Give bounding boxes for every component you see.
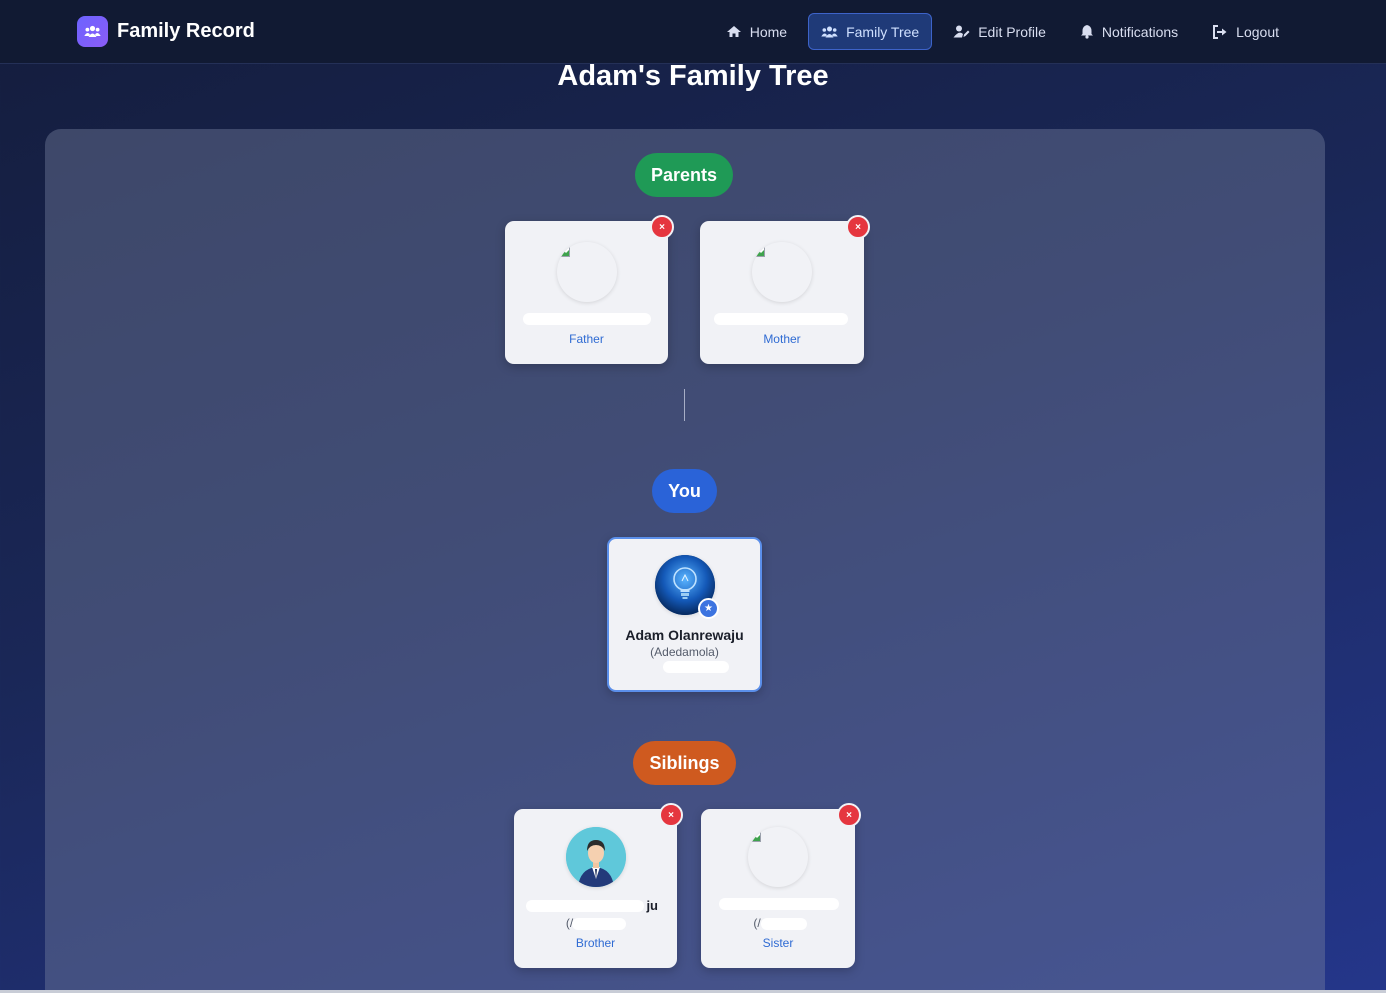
- close-icon: ×: [668, 809, 674, 821]
- nav-logout-label: Logout: [1236, 23, 1279, 40]
- sister-avatar: [748, 827, 808, 887]
- brand-title: Family Record: [117, 20, 255, 42]
- redacted-name: [719, 898, 839, 910]
- redacted-detail: [663, 661, 729, 673]
- brother-card[interactable]: ju (/ Brother: [514, 809, 677, 968]
- users-icon: [77, 16, 108, 47]
- sister-nickname-visible: (/: [753, 916, 761, 930]
- brother-nickname-visible: (/: [565, 916, 574, 930]
- brother-avatar: [565, 827, 626, 887]
- you-card[interactable]: Adam Olanrewaju (Adedamola): [607, 537, 762, 692]
- close-icon: ×: [855, 221, 861, 233]
- nav-home[interactable]: Home: [713, 13, 800, 50]
- brother-relation: Brother: [575, 936, 616, 950]
- broken-image-icon: [755, 245, 765, 257]
- user-edit-icon: [953, 25, 970, 38]
- page-title: Adam's Family Tree: [557, 60, 829, 92]
- remove-brother-button[interactable]: ×: [659, 803, 683, 827]
- man-avatar-icon: [565, 827, 626, 887]
- close-icon: ×: [659, 221, 665, 233]
- father-avatar: [556, 242, 617, 302]
- broken-image-icon: [751, 830, 761, 842]
- navbar: Family Record Home Family Tree Edit Prof…: [0, 0, 1386, 64]
- redacted-name: [714, 313, 848, 325]
- mother-relation: Mother: [763, 332, 801, 346]
- brother-name-visible: ju: [646, 898, 658, 913]
- nav-home-label: Home: [749, 23, 788, 40]
- nav-logout[interactable]: Logout: [1199, 13, 1292, 50]
- nav-edit-profile-label: Edit Profile: [978, 23, 1046, 40]
- sister-relation: Sister: [762, 936, 794, 950]
- section-label-you: You: [652, 469, 717, 513]
- nav-notifications[interactable]: Notifications: [1067, 13, 1191, 50]
- nav-family-tree[interactable]: Family Tree: [808, 13, 933, 50]
- user-nickname: (Adedamola): [650, 645, 719, 659]
- father-card[interactable]: Father: [505, 221, 668, 364]
- nav-edit-profile[interactable]: Edit Profile: [940, 13, 1059, 50]
- mother-card[interactable]: Mother: [700, 221, 864, 364]
- nav-menu: Home Family Tree Edit Profile Notificati…: [713, 13, 1292, 50]
- users-icon: [821, 26, 838, 37]
- redacted-detail: [572, 918, 626, 930]
- section-label-parents: Parents: [635, 153, 733, 197]
- sister-card[interactable]: (/ Sister: [701, 809, 855, 968]
- mother-avatar: [752, 242, 812, 302]
- bell-icon: [1080, 25, 1093, 39]
- brand[interactable]: Family Record: [77, 16, 255, 47]
- remove-mother-button[interactable]: ×: [846, 215, 870, 239]
- broken-image-icon: [559, 245, 570, 257]
- redacted-name: [523, 313, 651, 325]
- user-name: Adam Olanrewaju: [625, 627, 744, 643]
- close-icon: ×: [846, 809, 852, 821]
- redacted-detail: [761, 918, 807, 930]
- remove-father-button[interactable]: ×: [650, 215, 674, 239]
- remove-sister-button[interactable]: ×: [837, 803, 861, 827]
- father-relation: Father: [569, 332, 604, 346]
- logout-icon: [1213, 24, 1227, 39]
- nav-family-tree-label: Family Tree: [846, 23, 920, 40]
- nav-notifications-label: Notifications: [1101, 23, 1179, 40]
- home-icon: [726, 26, 741, 37]
- star-icon: ★: [698, 598, 719, 619]
- section-label-siblings: Siblings: [633, 741, 736, 785]
- tree-connector-line: [684, 389, 685, 421]
